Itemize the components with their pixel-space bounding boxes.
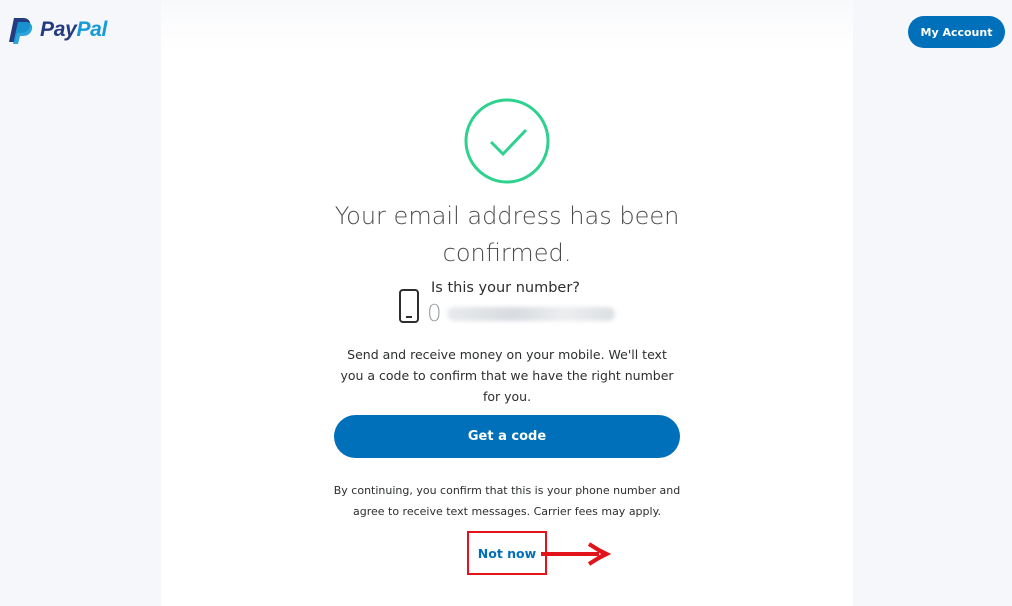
disclaimer: By continuing, you confirm that this is … (333, 484, 681, 518)
phone-number-visible: 0 (427, 301, 442, 327)
brand-part-pay: Pay (40, 18, 77, 41)
brand-part-pal: Pal (76, 18, 108, 41)
get-code-button[interactable]: Get a code (334, 415, 680, 458)
my-account-button[interactable]: My Account (908, 16, 1005, 48)
number-prompt: Is this your number? (431, 280, 581, 296)
phone-number-redacted (447, 307, 615, 321)
paypal-logo[interactable]: PayPal (8, 14, 107, 46)
phone-icon (399, 289, 419, 323)
page-title: Your email address has been confirmed. (334, 202, 680, 267)
paypal-p-icon (9, 18, 33, 44)
phone-number: 0 (427, 300, 617, 328)
brand-wordmark: PayPal (40, 18, 107, 42)
description: Send and receive money on your mobile. W… (340, 347, 674, 404)
confirmation-card: Your email address has been confirmed. I… (161, 0, 853, 606)
not-now-link[interactable]: Not now (467, 531, 547, 575)
check-circle-icon (464, 98, 550, 184)
arrow-right-icon (541, 542, 612, 566)
